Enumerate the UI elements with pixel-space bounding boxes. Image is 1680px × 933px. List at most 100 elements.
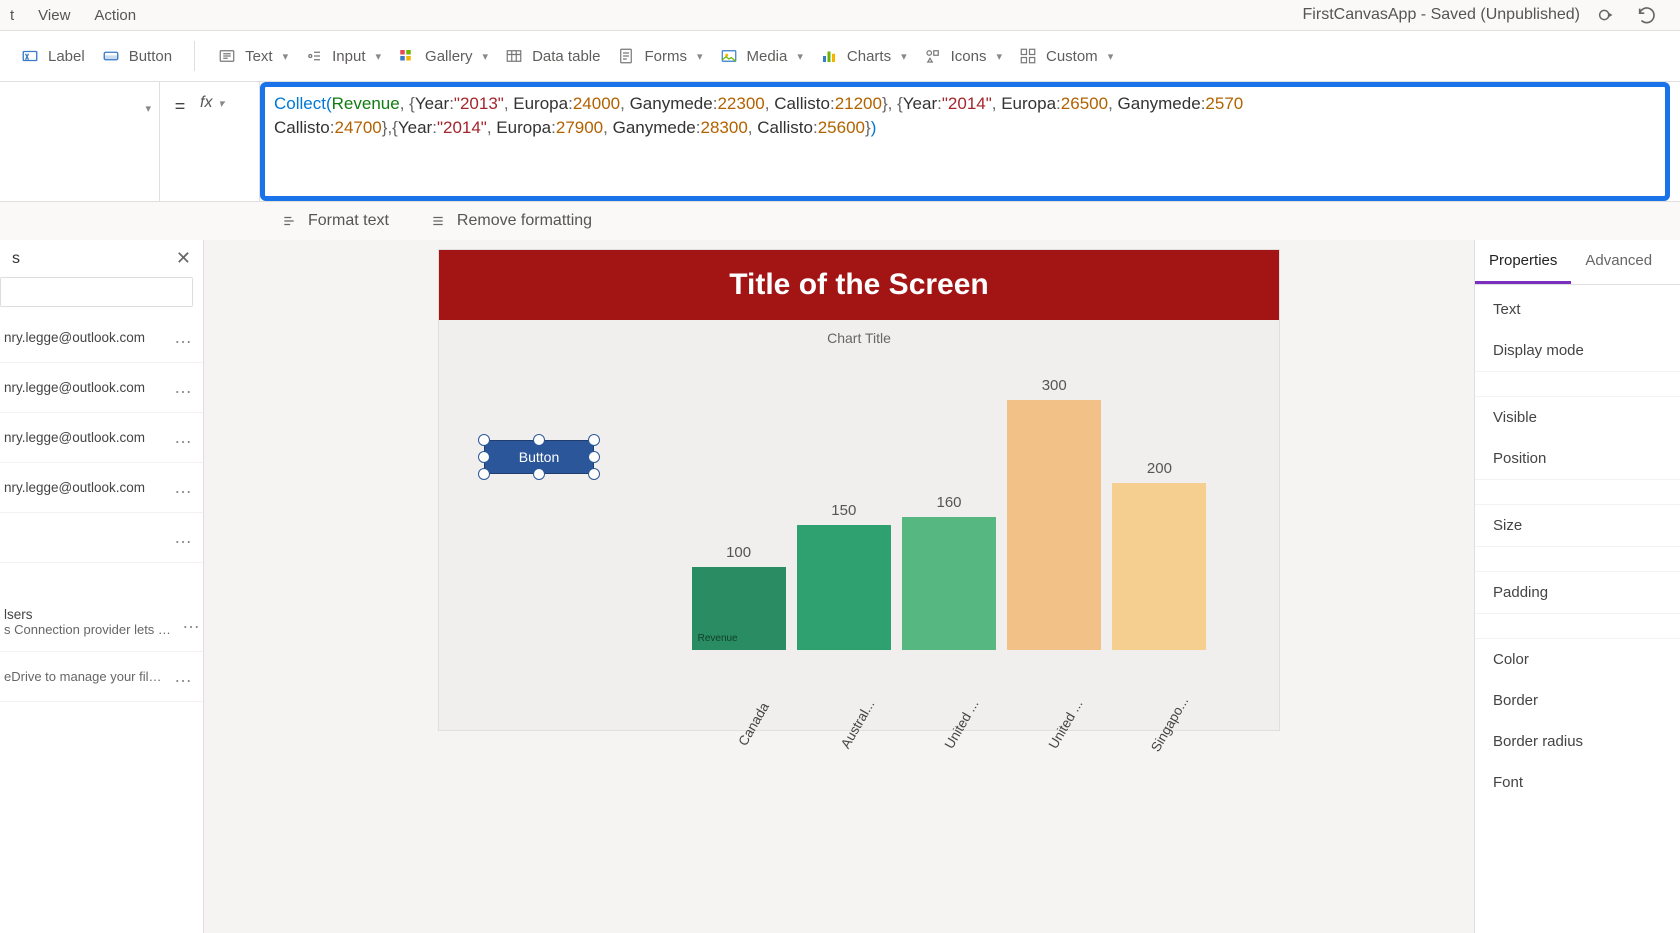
input-dropdown[interactable]: Input▾ — [298, 40, 387, 72]
run-icon[interactable] — [1594, 2, 1620, 28]
property-selector[interactable]: ▾ — [0, 82, 160, 201]
custom-icon — [1018, 46, 1038, 66]
property-row[interactable]: Border radius — [1475, 721, 1680, 762]
ellipsis-icon[interactable]: … — [166, 327, 193, 348]
x-axis-label: United ... — [929, 675, 994, 773]
connection-email: nry.legge@outlook.com — [4, 330, 145, 345]
resize-handle[interactable] — [588, 468, 600, 480]
chevron-down-icon: ▾ — [283, 50, 289, 63]
resize-handle[interactable] — [478, 468, 490, 480]
equals-label: = — [160, 82, 200, 201]
button-button[interactable]: Button — [95, 40, 178, 72]
ellipsis-icon[interactable]: … — [166, 427, 193, 448]
label-text: Label — [48, 48, 85, 65]
close-icon[interactable]: ✕ — [176, 248, 191, 269]
property-row[interactable]: Padding — [1475, 572, 1680, 613]
x-axis-label: Austral... — [825, 675, 890, 773]
chart-bar: 200 — [1110, 460, 1209, 650]
property-row[interactable]: Color — [1475, 639, 1680, 680]
chevron-down-icon: ▾ — [376, 50, 382, 63]
bar-value-label: 200 — [1147, 460, 1172, 477]
resize-handle[interactable] — [533, 468, 545, 480]
format-text-icon — [280, 214, 298, 228]
ellipsis-icon[interactable]: … — [166, 527, 193, 548]
label-button[interactable]: Label — [14, 40, 91, 72]
charts-dropdown[interactable]: Charts▾ — [813, 40, 913, 72]
x-axis-label: Canada — [721, 675, 786, 773]
menu-item-view[interactable]: View — [38, 7, 70, 24]
chart-x-labels: CanadaAustral...United ...United ...Sing… — [689, 703, 1209, 718]
selected-button-control[interactable]: Button — [484, 440, 594, 474]
remove-formatting-icon — [429, 214, 447, 228]
properties-panel: Properties Advanced TextDisplay mode Visi… — [1474, 240, 1680, 933]
gallery-icon — [397, 46, 417, 66]
gallery-dropdown[interactable]: Gallery▾ — [391, 40, 494, 72]
ellipsis-icon[interactable]: … — [174, 612, 201, 633]
connection-item[interactable]: nry.legge@outlook.com… — [0, 463, 203, 513]
remove-formatting-button[interactable]: Remove formatting — [429, 212, 592, 230]
bar-value-label: 150 — [831, 502, 856, 519]
resize-handle[interactable] — [588, 434, 600, 446]
bar-value-label: 300 — [1042, 377, 1067, 394]
connection-item[interactable]: … — [0, 513, 203, 563]
charts-icon — [819, 46, 839, 66]
media-icon — [719, 46, 739, 66]
menu-item-action[interactable]: Action — [94, 7, 136, 24]
tab-advanced[interactable]: Advanced — [1571, 240, 1666, 284]
property-row[interactable]: Display mode — [1475, 330, 1680, 371]
input-icon — [304, 46, 324, 66]
resize-handle[interactable] — [478, 434, 490, 446]
resize-handle[interactable] — [533, 434, 545, 446]
chart-title: Chart Title — [439, 320, 1279, 346]
label-icon — [20, 46, 40, 66]
chart-bar: 300 — [1005, 377, 1104, 650]
chevron-down-icon: ▾ — [1108, 50, 1114, 63]
chart-bar: 160 — [899, 494, 998, 650]
ellipsis-icon[interactable]: … — [166, 666, 193, 687]
connection-item[interactable]: nry.legge@outlook.com … — [0, 363, 203, 413]
undo-icon[interactable] — [1634, 2, 1660, 28]
custom-dropdown[interactable]: Custom▾ — [1012, 40, 1119, 72]
tab-properties[interactable]: Properties — [1475, 240, 1571, 284]
forms-dropdown[interactable]: Forms▾ — [610, 40, 708, 72]
icons-dropdown[interactable]: Icons▾ — [917, 40, 1008, 72]
property-row[interactable]: Visible — [1475, 397, 1680, 438]
format-text-button[interactable]: Format text — [280, 212, 389, 230]
chevron-down-icon: ▾ — [996, 50, 1002, 63]
fx-button[interactable]: fx▾ — [200, 82, 260, 201]
text-icon — [217, 46, 237, 66]
property-row[interactable]: Size — [1475, 505, 1680, 546]
property-row[interactable]: Position — [1475, 438, 1680, 479]
canvas-area[interactable]: Title of the Screen Chart Title Button 1… — [204, 240, 1474, 933]
resize-handle[interactable] — [588, 451, 600, 463]
chart-bar: 100Revenue — [689, 544, 788, 650]
media-dropdown[interactable]: Media▾ — [713, 40, 809, 72]
workspace: s ✕ nry.legge@outlook.com…nry.legge@outl… — [0, 240, 1680, 933]
format-bar: Format text Remove formatting — [0, 202, 1680, 240]
connection-item-onedrive[interactable]: eDrive to manage your files. Yo...… — [0, 652, 203, 702]
connection-item[interactable]: nry.legge@outlook.com … — [0, 313, 203, 363]
data-table-button[interactable]: Data table — [498, 40, 606, 72]
property-row[interactable]: Font — [1475, 762, 1680, 803]
connection-email: nry.legge@outlook.com — [4, 380, 145, 395]
chart-bar: 150 — [794, 502, 893, 650]
text-dropdown[interactable]: Text▾ — [211, 40, 294, 72]
formula-row: ▾ = fx▾ Collect(Revenue, {Year:"2013", E… — [0, 82, 1680, 202]
connection-item[interactable]: nry.legge@outlook.com… — [0, 413, 203, 463]
ellipsis-icon[interactable]: … — [166, 477, 193, 498]
x-axis-label: United ... — [1033, 675, 1098, 773]
property-row[interactable]: Text — [1475, 289, 1680, 330]
menu-item[interactable]: t — [10, 7, 14, 24]
icons-icon — [923, 46, 943, 66]
chevron-down-icon: ▾ — [145, 102, 151, 115]
chevron-down-icon: ▾ — [483, 50, 489, 63]
ribbon: Label Button Text▾ Input▾ Gallery▾ Data … — [0, 30, 1680, 82]
ellipsis-icon[interactable]: … — [166, 377, 193, 398]
page-title: Title of the Screen — [439, 250, 1279, 320]
property-row[interactable]: Border — [1475, 680, 1680, 721]
formula-input[interactable]: Collect(Revenue, {Year:"2013", Europa:24… — [260, 82, 1670, 150]
connection-item-users[interactable]: lserss Connection provider lets you ...… — [0, 593, 203, 652]
resize-handle[interactable] — [478, 451, 490, 463]
chart-area: Chart Title Button 100Revenue 150 160 300 20… — [439, 320, 1279, 730]
left-search-input[interactable] — [0, 277, 193, 307]
